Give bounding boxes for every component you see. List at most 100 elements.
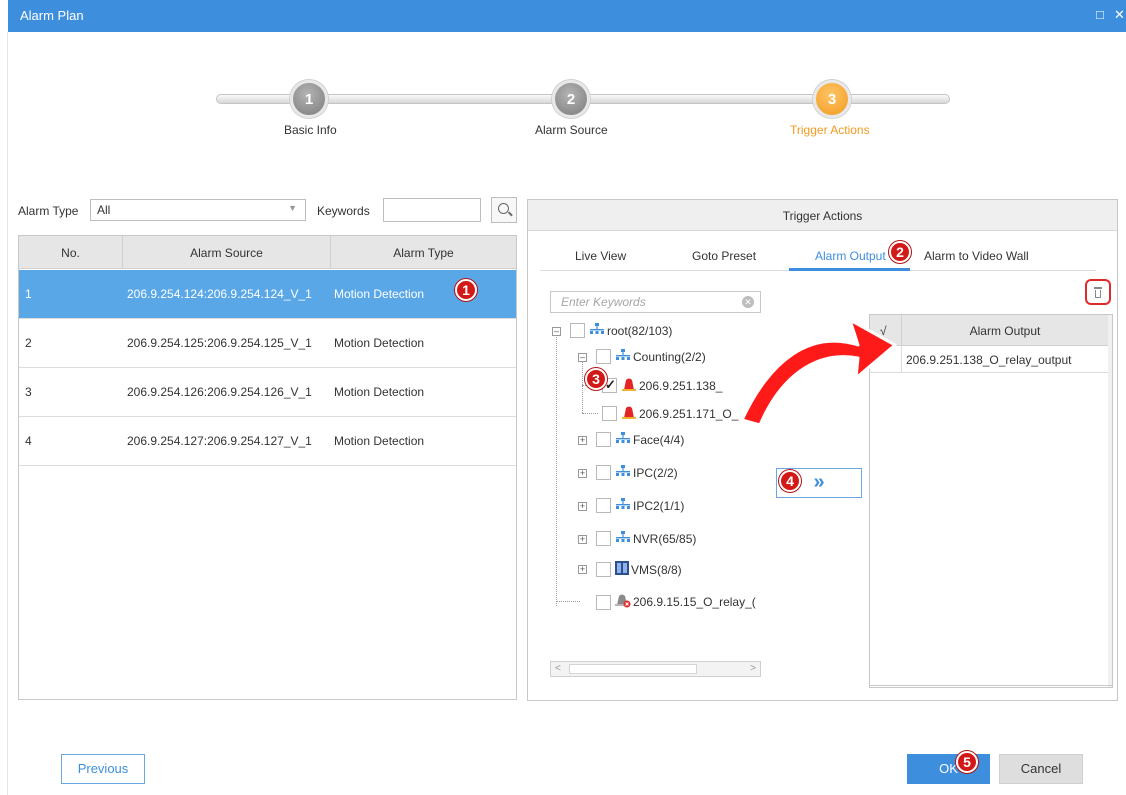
checkbox[interactable]	[596, 349, 611, 365]
row-no: 2	[25, 336, 32, 350]
checkbox[interactable]	[596, 531, 611, 547]
table-bottom-border	[870, 685, 1112, 686]
output-name: 206.9.251.138_O_relay_output	[906, 353, 1072, 367]
table-row[interactable]: 1 206.9.254.124:206.9.254.124_V_1 Motion…	[19, 270, 516, 319]
table-row[interactable]: 3 206.9.254.126:206.9.254.126_V_1 Motion…	[19, 368, 516, 417]
step-3-circle: 3	[813, 80, 851, 118]
expand-icon[interactable]: +	[578, 502, 587, 511]
tree-node-label: VMS(8/8)	[631, 562, 682, 577]
step-2-label: Alarm Source	[535, 123, 608, 137]
tree-node-ipc[interactable]: IPC(2/2)	[596, 465, 678, 483]
checkbox[interactable]	[596, 465, 611, 481]
expand-icon[interactable]: +	[578, 565, 587, 574]
annotation-badge-5: 5	[956, 751, 978, 773]
table-row[interactable]: 2 206.9.254.125:206.9.254.125_V_1 Motion…	[19, 319, 516, 368]
tree-node-face[interactable]: Face(4/4)	[596, 432, 684, 450]
tree-node-alarm-output-138[interactable]: 206.9.251.138_	[602, 377, 722, 395]
server-icon	[615, 561, 629, 578]
checkbox[interactable]	[570, 323, 585, 339]
checkbox[interactable]	[602, 406, 617, 421]
alarm-type-select[interactable]: All ▼	[90, 199, 306, 221]
output-table-header: √ Alarm Output	[870, 315, 1108, 346]
tab-alarm-to-video-wall[interactable]: Alarm to Video Wall	[924, 249, 1029, 263]
search-icon-handle	[508, 211, 513, 217]
keywords-label: Keywords	[317, 204, 370, 218]
alarm-output-table: √ Alarm Output 206.9.251.138_O_relay_out…	[869, 314, 1113, 688]
keywords-input[interactable]	[383, 198, 481, 222]
alarm-output-offline-icon	[615, 593, 631, 611]
tree-node-label: IPC2(1/1)	[633, 498, 685, 513]
tab-live-view[interactable]: Live View	[575, 249, 626, 263]
expand-icon[interactable]: +	[578, 469, 587, 478]
clear-icon[interactable]: ✕	[742, 296, 754, 308]
org-icon	[615, 465, 631, 480]
annotation-badge-4: 4	[779, 470, 801, 492]
tree-node-label: NVR(65/85)	[633, 531, 697, 546]
tree-line	[582, 413, 598, 414]
checkbox[interactable]	[596, 594, 611, 610]
tree-node-ipc2[interactable]: IPC2(1/1)	[596, 498, 684, 516]
tree-line	[556, 331, 557, 606]
alarm-output-icon	[621, 377, 637, 394]
row-no: 4	[25, 434, 32, 448]
scroll-left-icon[interactable]: <	[555, 663, 561, 674]
scroll-right-icon[interactable]: >	[750, 663, 756, 674]
tree-node-label: 206.9.15.15_O_relay_(	[633, 595, 756, 609]
table-row[interactable]: 4 206.9.254.127:206.9.254.127_V_1 Motion…	[19, 417, 516, 466]
tree-horizontal-scrollbar[interactable]: < >	[550, 661, 761, 677]
search-button[interactable]	[491, 197, 517, 223]
alarm-output-icon	[621, 405, 637, 422]
expand-icon[interactable]: +	[578, 436, 587, 445]
step-1-circle: 1	[290, 80, 328, 118]
trash-icon	[1094, 287, 1102, 289]
column-divider	[901, 346, 902, 373]
checkbox[interactable]	[596, 432, 611, 448]
tree-node-label: IPC(2/2)	[633, 465, 678, 480]
column-header-no[interactable]: No.	[19, 246, 122, 260]
checkbox[interactable]	[596, 562, 611, 577]
tree-node-label: 206.9.251.138_	[639, 378, 723, 393]
column-header-alarm-source[interactable]: Alarm Source	[123, 246, 330, 260]
row-no: 3	[25, 385, 32, 399]
tree-node-label: Counting(2/2)	[633, 349, 706, 364]
alarm-type-value: All	[97, 203, 111, 217]
restore-icon[interactable]: □	[1096, 7, 1104, 23]
expand-icon[interactable]: +	[578, 535, 587, 544]
window-title: Alarm Plan	[20, 8, 84, 23]
tree-node-label: 206.9.251.171_O_	[639, 406, 739, 421]
cancel-button[interactable]: Cancel	[999, 754, 1083, 784]
row-no: 1	[25, 287, 32, 301]
tree-search-input[interactable]: Enter Keywords ✕	[550, 291, 761, 313]
column-header-alarm-output[interactable]: Alarm Output	[902, 324, 1108, 338]
previous-button[interactable]: Previous	[61, 754, 145, 784]
annotation-badge-2: 2	[889, 241, 911, 263]
tree-node-nvr[interactable]: NVR(65/85)	[596, 531, 696, 549]
alarm-source-table: No. Alarm Source Alarm Type 1 206.9.254.…	[18, 235, 517, 700]
tree-node-counting[interactable]: Counting(2/2)	[596, 349, 706, 367]
tree-node-root[interactable]: root(82/103)	[570, 323, 672, 341]
row-alarm-source: 206.9.254.126:206.9.254.126_V_1	[127, 385, 312, 399]
device-tree: – root(82/103) – Counting(2/2) 206.9.251…	[546, 319, 762, 699]
tree-node-alarm-output-171[interactable]: 206.9.251.171_O_	[602, 405, 738, 423]
tab-goto-preset[interactable]: Goto Preset	[692, 249, 756, 263]
step-3-label: Trigger Actions	[790, 123, 870, 137]
column-header-alarm-type[interactable]: Alarm Type	[331, 246, 516, 260]
org-icon	[615, 349, 631, 364]
org-icon	[615, 531, 631, 546]
checkbox[interactable]	[596, 498, 611, 514]
scrollbar-thumb[interactable]	[569, 664, 697, 674]
tree-node-vms[interactable]: VMS(8/8)	[596, 561, 682, 579]
tab-alarm-output[interactable]: Alarm Output	[815, 249, 886, 263]
collapse-icon[interactable]: –	[578, 353, 587, 362]
table-row[interactable]: 206.9.251.138_O_relay_output	[870, 346, 1108, 373]
row-alarm-type: Motion Detection	[334, 336, 425, 350]
delete-button[interactable]	[1085, 279, 1111, 305]
select-all-header[interactable]: √	[880, 324, 887, 338]
tree-node-relay[interactable]: 206.9.15.15_O_relay_(	[596, 593, 756, 611]
left-edge	[0, 32, 8, 795]
window-titlebar: Alarm Plan □ ✕	[8, 0, 1126, 32]
trigger-actions-panel: Trigger Actions Live View Goto Preset Al…	[527, 199, 1118, 701]
close-icon[interactable]: ✕	[1114, 7, 1125, 23]
collapse-icon[interactable]: –	[552, 327, 561, 336]
output-vertical-scrollbar[interactable]	[1108, 315, 1112, 687]
